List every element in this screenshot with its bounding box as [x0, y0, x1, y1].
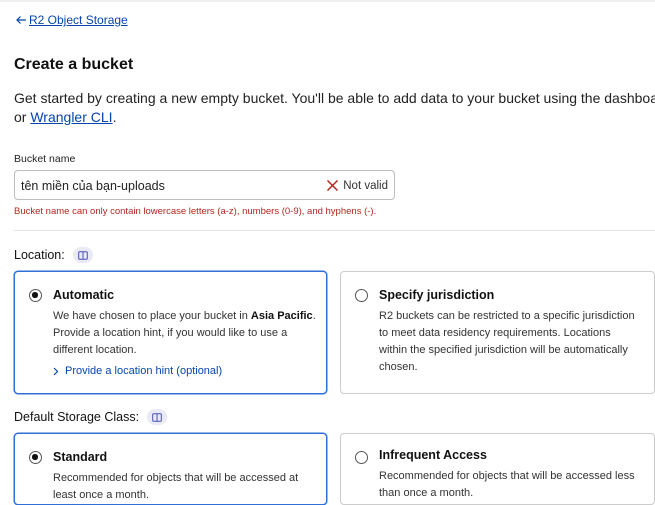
location-option-jurisdiction[interactable]: Specify jurisdiction R2 buckets can be r… — [340, 271, 655, 394]
option-description: R2 buckets can be restricted to a specif… — [379, 310, 635, 373]
storage-class-docs-button[interactable] — [147, 409, 168, 425]
bucket-name-input[interactable] — [21, 176, 311, 196]
back-link-label: R2 Object Storage — [29, 13, 128, 27]
bucket-name-field: Not valid — [14, 170, 395, 200]
location-hint-link-label: Provide a location hint (optional) — [65, 365, 223, 377]
section-divider — [14, 230, 655, 231]
wrangler-cli-link[interactable]: Wrangler CLI — [30, 109, 112, 125]
top-border — [0, 0, 655, 2]
radio-automatic[interactable] — [29, 289, 42, 302]
storage-option-infrequent-access[interactable]: Infrequent Access Recommended for object… — [340, 433, 655, 505]
page-title: Create a bucket — [14, 56, 134, 73]
option-title: Standard — [53, 450, 108, 464]
option-description-start: We have chosen to place your bucket in — [53, 310, 251, 322]
location-label-row: Location: — [14, 247, 93, 263]
intro-text: Get started by creating a new empty buck… — [14, 89, 655, 127]
location-option-automatic[interactable]: Automatic We have chosen to place your b… — [14, 271, 327, 394]
option-description: We have chosen to place your bucket in A… — [53, 308, 321, 359]
info-book-icon — [77, 250, 88, 260]
storage-class-label-row: Default Storage Class: — [14, 409, 168, 425]
radio-standard[interactable] — [29, 451, 42, 464]
option-title: Specify jurisdiction — [379, 288, 495, 302]
location-hint-link[interactable]: Provide a location hint (optional) — [53, 365, 222, 377]
intro-text-end: . — [112, 109, 117, 125]
radio-infrequent-access[interactable] — [355, 451, 368, 464]
back-link-r2-object-storage[interactable]: R2 Object Storage — [15, 13, 128, 27]
validation-status-text: Not valid — [343, 179, 388, 192]
validation-status: Not valid — [326, 179, 388, 192]
location-docs-button[interactable] — [72, 247, 93, 263]
storage-class-label: Default Storage Class: — [14, 410, 140, 424]
info-book-icon — [152, 412, 162, 422]
arrow-left-icon — [16, 16, 26, 24]
storage-option-standard[interactable]: Standard Recommended for objects that wi… — [14, 433, 327, 505]
option-description-region: Asia Pacific — [250, 310, 313, 322]
radio-jurisdiction[interactable] — [355, 289, 368, 302]
chevron-right-icon — [53, 367, 59, 375]
bucket-name-label: Bucket name — [14, 153, 76, 165]
x-mark-icon — [327, 179, 339, 192]
option-title: Infrequent Access — [379, 448, 487, 462]
option-description: Recommended for objects that will be acc… — [379, 470, 635, 499]
location-label: Location: — [14, 248, 65, 262]
option-description: Recommended for objects that will be acc… — [53, 472, 299, 501]
bucket-name-error: Bucket name can only contain lowercase l… — [14, 206, 377, 217]
option-title: Automatic — [53, 288, 115, 302]
